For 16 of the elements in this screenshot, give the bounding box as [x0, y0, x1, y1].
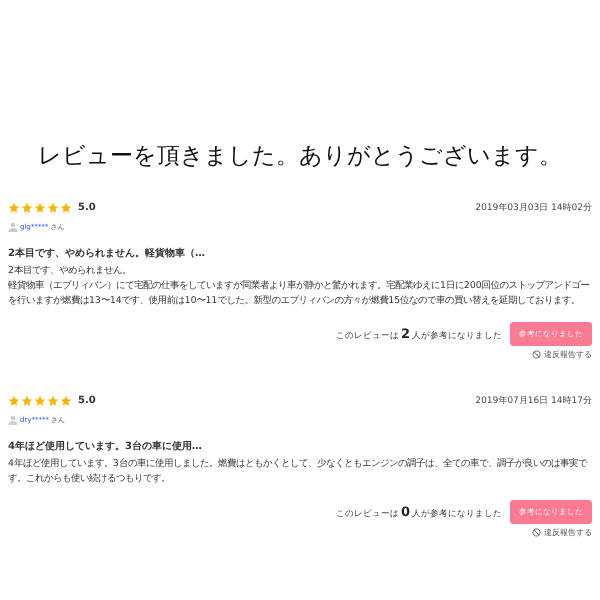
review-date: 2019年03月03日 14時02分 — [475, 202, 592, 214]
report-link[interactable]: 違反報告する — [532, 349, 592, 360]
review-text: 2本目です、やめられません。 — [8, 264, 132, 278]
prohibited-icon — [532, 528, 541, 537]
review-title: 4年ほど使用しています。3台の車に使用… — [8, 440, 203, 453]
prohibited-icon — [532, 350, 541, 359]
review-text: 軽貨物車（エブリィバン）にて宅配の仕事をしていますが同業者より車が静かと驚かれます。宅配業ゆえに1日に200回位のストップアンドゴーを行いますが燃費は13〜14です、使用前は10〜11でした。新型のエブリィバンの方々が燃費15位なので車の買い替えを延期しております。 — [8, 279, 591, 308]
user-icon — [8, 222, 18, 232]
review-text: 4年ほど使用しています。3台の車に使用しました。燃費はともかくとして、少なくともエンジンの調子は、全ての車で、調子が良いのは事実です。これからも使い続けるつもりです。 — [8, 457, 588, 486]
user-icon — [8, 415, 18, 425]
rating-value: 5.0 — [78, 202, 96, 213]
review-title: 2本目です、やめられません。軽貨物車（… — [8, 246, 206, 260]
report-link[interactable]: 違反報告する — [532, 527, 592, 538]
review-date: 2019年07月16日 14時17分 — [475, 394, 592, 407]
rating-value: 5.0 — [78, 395, 96, 406]
page-heading: レビューを頂きました。ありがとうございます。 — [37, 142, 563, 171]
